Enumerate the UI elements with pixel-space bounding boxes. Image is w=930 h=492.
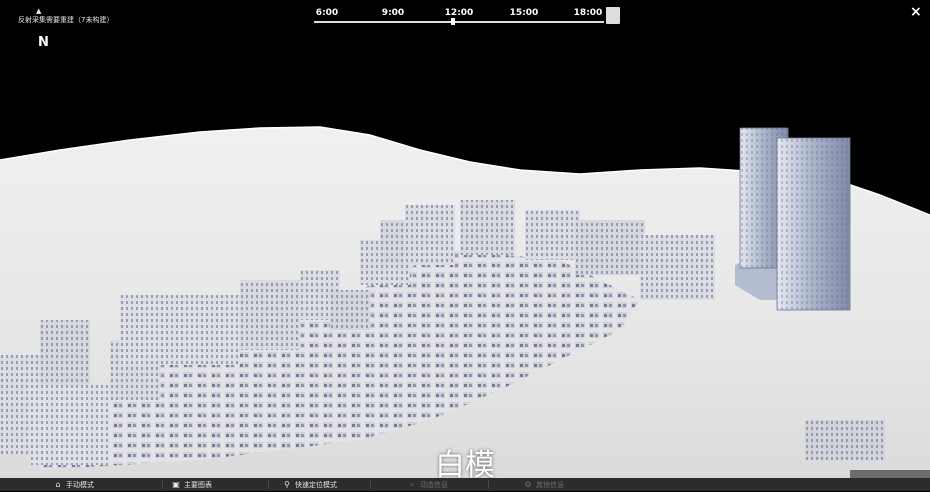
nav-manual-mode[interactable]: ⌂ 手动模式 — [54, 478, 94, 491]
slider-track[interactable] — [314, 21, 604, 23]
close-icon[interactable]: × — [910, 4, 922, 20]
divider — [488, 480, 489, 489]
settings-icon: ⚙ — [524, 480, 532, 489]
nav-label: 主要图表 — [184, 481, 212, 489]
twin-glass-towers — [735, 127, 851, 311]
status-text: 反射采集需要重建（7未构建） — [18, 16, 114, 24]
time-tick: 6:00 — [315, 8, 339, 18]
nav-label: 手动模式 — [66, 481, 94, 489]
time-tick: 9:00 — [381, 8, 405, 18]
home-icon: ⌂ — [55, 480, 61, 489]
nav-dynamic-info[interactable]: ⌕ 动态信息 — [408, 478, 448, 491]
divider — [370, 480, 371, 489]
nav-label: 其他信息 — [536, 481, 564, 489]
time-tick: 15:00 — [509, 8, 539, 18]
nav-label: 快速定位模式 — [295, 481, 337, 489]
divider — [268, 480, 269, 489]
nav-quick-locate-mode[interactable]: ⚲ 快速定位模式 — [283, 478, 337, 491]
search-icon: ⌕ — [409, 480, 415, 489]
compass-north: N — [38, 35, 49, 50]
nav-label: 动态信息 — [420, 481, 448, 489]
image-icon: ▣ — [172, 480, 180, 489]
time-tick: 12:00 — [444, 8, 474, 18]
slider-handle[interactable] — [451, 18, 456, 25]
triangle-up-icon: ▲ — [36, 7, 42, 15]
time-tick: 18:00 — [573, 8, 603, 18]
nav-main-charts[interactable]: ▣ 主要图表 — [172, 478, 212, 491]
location-pin-icon: ⚲ — [284, 480, 290, 489]
3d-city-white-model-viewport[interactable] — [0, 0, 930, 491]
bottom-nav-bar: ⌂ 手动模式 ▣ 主要图表 ⚲ 快速定位模式 ⌕ 动态信息 ⚙ 其他信息 — [0, 478, 930, 491]
time-of-day-slider[interactable]: 6:00 9:00 12:00 15:00 18:00 — [314, 4, 620, 28]
divider — [162, 480, 163, 489]
play-square-icon[interactable] — [606, 7, 620, 24]
nav-other-info[interactable]: ⚙ 其他信息 — [524, 478, 564, 491]
